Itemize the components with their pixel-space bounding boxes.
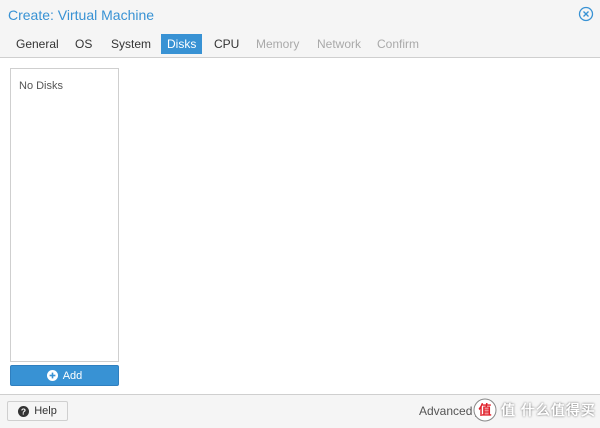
tab-network: Network: [317, 37, 362, 51]
question-circle-icon: ?: [18, 405, 30, 417]
tab-os[interactable]: OS: [69, 34, 98, 54]
svg-text:?: ?: [21, 406, 26, 416]
watermark: 值 值 什么值得买: [473, 396, 600, 424]
close-icon[interactable]: [578, 6, 594, 22]
tab-general[interactable]: General: [10, 34, 65, 54]
smzdm-logo-icon: 值: [473, 398, 497, 422]
tab-disks[interactable]: Disks: [161, 34, 203, 54]
empty-disks-text: No Disks: [19, 80, 64, 92]
advanced-label: Advanced: [419, 404, 473, 418]
plus-circle-icon: [46, 370, 58, 381]
help-button[interactable]: ? Help: [7, 401, 68, 421]
add-disk-label: Add: [62, 369, 83, 382]
dialog-title: Create: Virtual Machine: [8, 7, 155, 23]
create-vm-dialog: Create: Virtual Machine General OS Syste…: [0, 0, 600, 428]
tab-memory: Memory: [256, 37, 300, 51]
watermark-text: 值 什么值得买: [501, 402, 596, 418]
disk-list[interactable]: No Disks: [10, 68, 119, 362]
tab-system[interactable]: System: [105, 34, 157, 54]
tab-cpu[interactable]: CPU: [208, 34, 245, 54]
help-label: Help: [34, 405, 57, 417]
wizard-tab-bar: General OS System Disks CPU Memory Netwo…: [0, 30, 600, 58]
disks-panel: No Disks Add: [0, 58, 600, 394]
add-disk-button[interactable]: Add: [10, 365, 119, 386]
tab-confirm: Confirm: [377, 37, 420, 51]
svg-text:值: 值: [478, 403, 491, 419]
dialog-titlebar: Create: Virtual Machine: [0, 0, 600, 30]
